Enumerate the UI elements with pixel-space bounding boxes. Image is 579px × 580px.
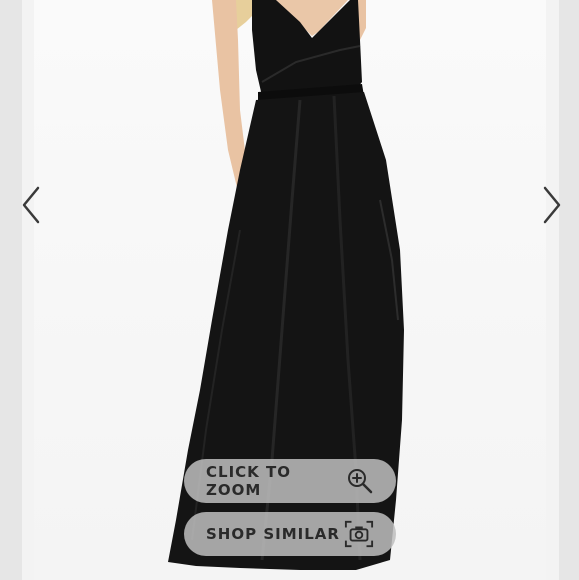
shop-similar-button[interactable]: SHOP SIMILAR — [184, 512, 396, 556]
chevron-left-icon — [22, 186, 40, 224]
shop-similar-label: SHOP SIMILAR — [206, 525, 340, 543]
product-image-viewer: CLICK TO ZOOM SHOP SIMILAR — [0, 0, 579, 580]
click-to-zoom-button[interactable]: CLICK TO ZOOM — [184, 459, 396, 503]
next-image-button[interactable] — [531, 182, 571, 228]
click-to-zoom-label: CLICK TO ZOOM — [206, 463, 291, 499]
zoom-in-icon — [345, 466, 374, 496]
camera-icon — [344, 519, 374, 549]
previous-image-button[interactable] — [12, 182, 52, 228]
chevron-right-icon — [543, 186, 561, 224]
